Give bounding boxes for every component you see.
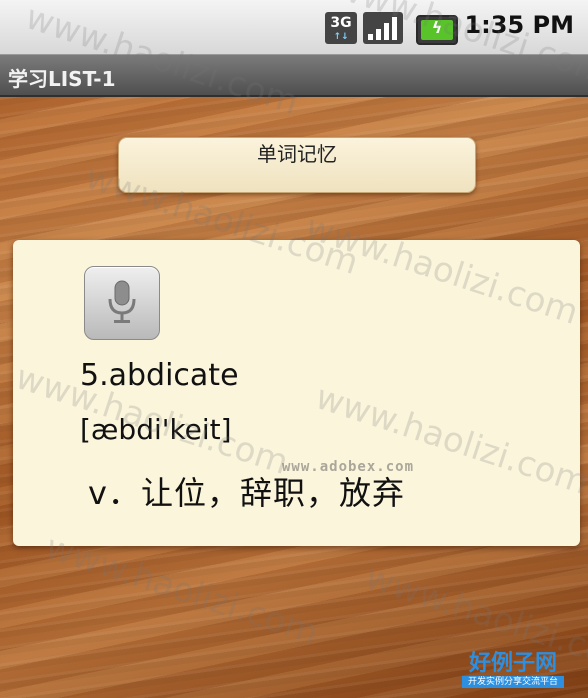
watermark-adobe: www.adobex.com — [282, 459, 415, 475]
signal-icon — [363, 12, 403, 44]
title-bar: 学习LIST-1 — [0, 55, 588, 97]
word-card: 5.abdicate [æbdi'keit] v．让位，辞职，放弃 — [13, 240, 580, 546]
battery-charging-icon: ϟ — [416, 15, 458, 45]
clock: 1:35 PM — [464, 11, 574, 39]
page-title: 学习LIST-1 — [8, 67, 116, 91]
status-bar: 3G ↑↓ ϟ 1:35 PM — [0, 0, 588, 55]
word-text: 5.abdicate — [80, 358, 239, 393]
microphone-icon — [108, 280, 136, 323]
phonetic-text: [æbdi'keit] — [80, 413, 232, 446]
network-label: 3G — [330, 15, 352, 31]
word-memory-button[interactable]: 单词记忆 — [118, 137, 476, 193]
logo-subtitle: 开发实例分享交流平台 — [462, 676, 564, 688]
3g-icon: 3G ↑↓ — [325, 12, 357, 44]
logo-text: 好例子网 — [468, 650, 557, 676]
site-logo: 好例子网 开发实例分享交流平台 — [462, 650, 564, 690]
pronounce-button[interactable] — [84, 266, 160, 340]
